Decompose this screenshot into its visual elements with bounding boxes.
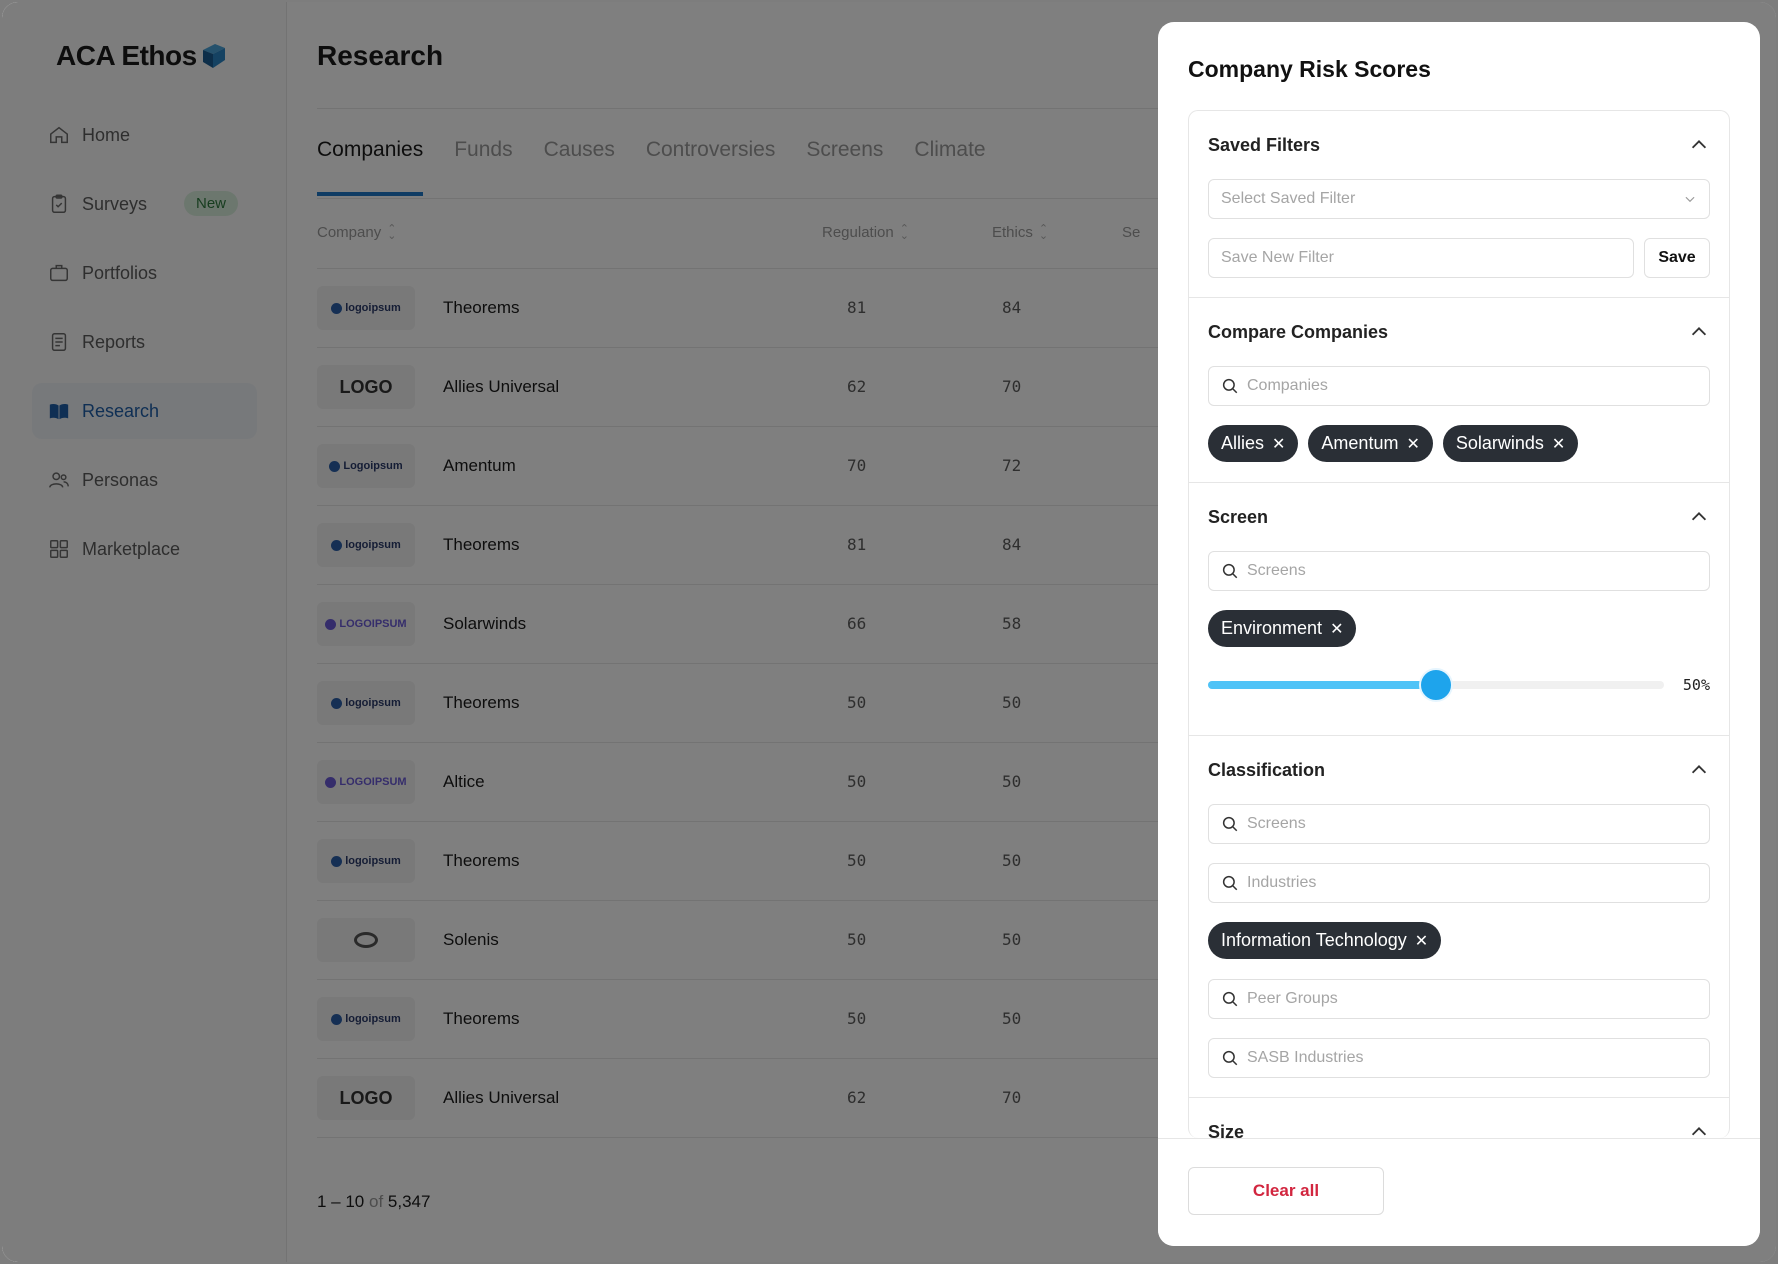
saved-filter-select[interactable]: Select Saved Filter xyxy=(1208,179,1710,219)
company-chips: Allies ✕ Amentum ✕ Solarwinds ✕ xyxy=(1208,425,1710,462)
close-icon[interactable]: ✕ xyxy=(1415,931,1428,951)
chevron-up-icon[interactable] xyxy=(1688,506,1710,528)
section-title: Screen xyxy=(1208,506,1269,527)
section-saved-filters: Saved Filters Select Saved Filter Save N… xyxy=(1189,111,1729,298)
screens-search-input[interactable]: Screens xyxy=(1208,551,1710,591)
chip-label: Information Technology xyxy=(1221,930,1407,950)
chip-label: Solarwinds xyxy=(1455,433,1544,453)
slider-handle[interactable] xyxy=(1419,668,1453,702)
close-icon[interactable]: ✕ xyxy=(1552,434,1565,454)
input-placeholder: Peer Groups xyxy=(1247,990,1338,1007)
clear-all-button[interactable]: Clear all xyxy=(1188,1167,1384,1215)
chip-allies[interactable]: Allies ✕ xyxy=(1208,425,1299,462)
section-title: Compare Companies xyxy=(1208,321,1389,342)
save-filter-row: Save New Filter Save xyxy=(1208,238,1710,278)
chip-amentum[interactable]: Amentum ✕ xyxy=(1308,425,1433,462)
slider-fill xyxy=(1208,681,1436,689)
search-icon xyxy=(1222,1050,1238,1066)
section-title: Saved Filters xyxy=(1208,134,1321,155)
select-placeholder: Select Saved Filter xyxy=(1221,190,1356,207)
drawer-title: Company Risk Scores xyxy=(1188,56,1431,82)
industry-chips: Information Technology ✕ xyxy=(1208,922,1710,959)
section-screen: Screen Screens Environment ✕ 50% xyxy=(1189,483,1729,736)
chip-environment[interactable]: Environment ✕ xyxy=(1208,610,1357,647)
section-header[interactable]: Screen xyxy=(1208,483,1710,551)
input-placeholder: Screens xyxy=(1247,815,1306,832)
chip-information-technology[interactable]: Information Technology ✕ xyxy=(1208,922,1442,959)
filter-drawer: Company Risk Scores Saved Filters Select… xyxy=(1158,22,1760,1246)
chevron-down-icon xyxy=(1685,196,1695,203)
section-title: Classification xyxy=(1208,759,1326,780)
new-filter-input[interactable]: Save New Filter xyxy=(1208,238,1634,278)
app-window: ACA Ethos Home Surveys New Portfolios xyxy=(2,2,1776,1262)
chip-solarwinds[interactable]: Solarwinds ✕ xyxy=(1442,425,1579,462)
input-placeholder: Companies xyxy=(1247,377,1328,394)
input-placeholder: Screens xyxy=(1247,562,1306,579)
chip-label: Environment xyxy=(1221,618,1323,638)
input-placeholder: Industries xyxy=(1247,874,1317,891)
section-classification: Classification Screens Industries Inform… xyxy=(1189,736,1729,1098)
sasb-industries-search-input[interactable]: SASB Industries xyxy=(1208,1038,1710,1078)
close-icon[interactable]: ✕ xyxy=(1330,619,1343,639)
classification-screens-input[interactable]: Screens xyxy=(1208,804,1710,844)
section-size: Size M L xyxy=(1189,1098,1729,1138)
section-header[interactable]: Size xyxy=(1208,1098,1710,1138)
input-placeholder: SASB Industries xyxy=(1247,1049,1364,1066)
section-header[interactable]: Compare Companies xyxy=(1208,298,1710,366)
input-placeholder: Save New Filter xyxy=(1221,249,1334,266)
section-header[interactable]: Classification xyxy=(1208,736,1710,804)
search-icon xyxy=(1222,816,1238,832)
screen-chips: Environment ✕ xyxy=(1208,610,1710,647)
chevron-up-icon[interactable] xyxy=(1688,1121,1710,1138)
filter-sections[interactable]: Saved Filters Select Saved Filter Save N… xyxy=(1188,110,1730,1138)
close-icon[interactable]: ✕ xyxy=(1272,434,1285,454)
slider-value: 50% xyxy=(1682,676,1710,694)
chevron-up-icon[interactable] xyxy=(1688,321,1710,343)
screen-threshold-slider[interactable]: 50% xyxy=(1208,667,1710,707)
section-title: Size xyxy=(1208,1121,1245,1139)
companies-search-input[interactable]: Companies xyxy=(1208,366,1710,406)
chevron-up-icon[interactable] xyxy=(1688,134,1710,156)
search-icon xyxy=(1222,378,1238,394)
chip-label: Amentum xyxy=(1321,433,1399,453)
section-compare-companies: Compare Companies Companies Allies ✕ Amen… xyxy=(1189,298,1729,483)
section-header[interactable]: Saved Filters xyxy=(1208,111,1710,179)
chip-label: Allies xyxy=(1221,433,1265,453)
close-icon[interactable]: ✕ xyxy=(1406,434,1419,454)
search-icon xyxy=(1222,875,1238,891)
drawer-footer: Clear all xyxy=(1158,1138,1760,1246)
save-filter-button[interactable]: Save xyxy=(1644,238,1710,278)
search-icon xyxy=(1222,991,1238,1007)
peer-groups-search-input[interactable]: Peer Groups xyxy=(1208,979,1710,1019)
industries-search-input[interactable]: Industries xyxy=(1208,863,1710,903)
chevron-up-icon[interactable] xyxy=(1688,759,1710,781)
search-icon xyxy=(1222,563,1238,579)
